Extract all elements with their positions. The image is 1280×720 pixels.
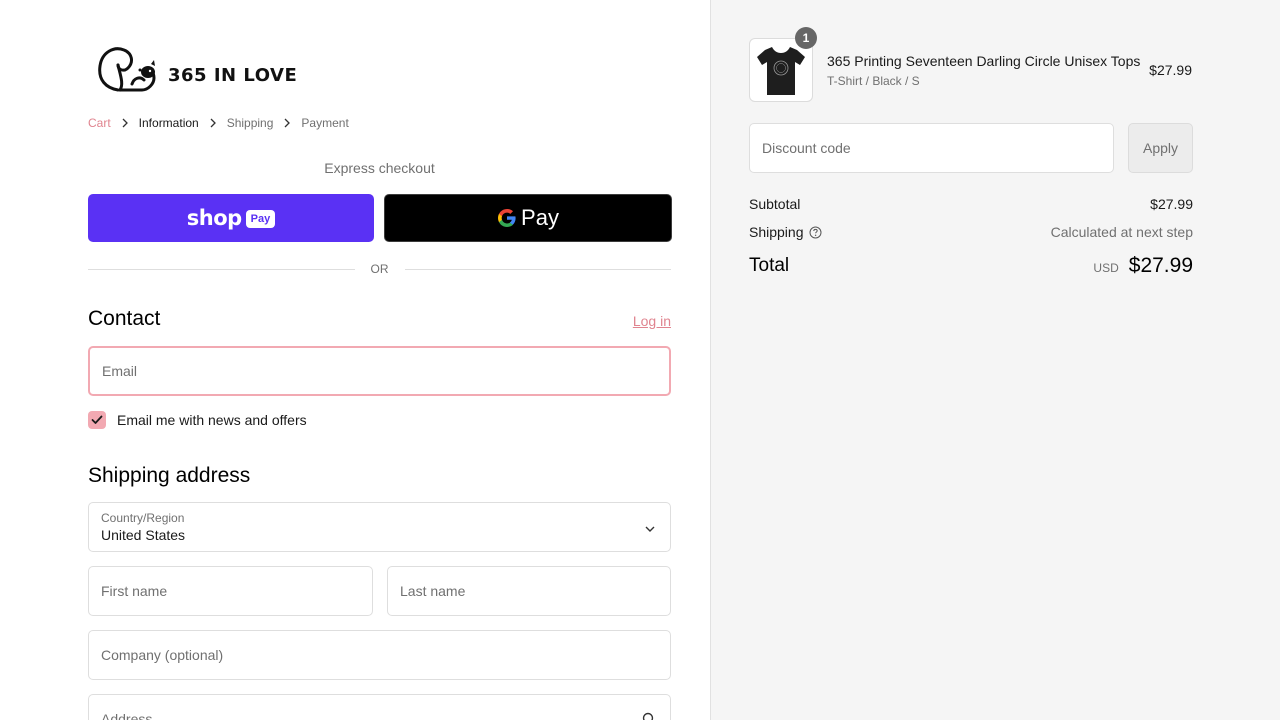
country-label: Country/Region	[101, 511, 185, 525]
or-divider: OR	[88, 260, 671, 278]
apply-discount-button[interactable]: Apply	[1128, 123, 1193, 173]
chevron-right-icon	[111, 118, 139, 128]
product-price: $27.99	[1149, 62, 1192, 78]
last-name-placeholder: Last name	[400, 583, 466, 599]
newsletter-checkbox[interactable]	[88, 411, 106, 429]
help-circle-icon[interactable]	[809, 226, 822, 239]
subtotal-value: $27.99	[1150, 196, 1193, 212]
checkout-main-panel: 365 IN LOVE Cart Information Shipping Pa…	[0, 0, 710, 720]
shipping-value: Calculated at next step	[1050, 224, 1193, 240]
google-g-icon	[498, 209, 516, 227]
discount-placeholder: Discount code	[762, 140, 851, 156]
address-field[interactable]: Address	[88, 694, 671, 720]
email-field[interactable]: Email	[88, 346, 671, 396]
chevron-down-icon	[644, 522, 656, 540]
quantity-badge: 1	[795, 27, 817, 49]
shop-pay-pill: Pay	[245, 210, 276, 228]
breadcrumb-shipping: Shipping	[226, 116, 274, 130]
order-summary-panel: 1 365 Printing Seventeen Darling Circle …	[710, 0, 1280, 720]
breadcrumb-payment: Payment	[301, 116, 349, 130]
shipping-label-group: Shipping	[749, 224, 822, 240]
brand-logo[interactable]: 365 IN LOVE	[96, 40, 297, 98]
country-value: United States	[101, 527, 186, 543]
company-field[interactable]: Company (optional)	[88, 630, 671, 680]
or-text: OR	[370, 262, 389, 276]
subtotal-label: Subtotal	[749, 196, 801, 212]
shipping-address-title: Shipping address	[88, 464, 251, 487]
chevron-right-icon	[273, 118, 301, 128]
checkmark-icon	[91, 415, 103, 424]
last-name-field[interactable]: Last name	[387, 566, 671, 616]
divider-line	[88, 268, 355, 270]
first-name-field[interactable]: First name	[88, 566, 373, 616]
breadcrumb-cart[interactable]: Cart	[88, 116, 111, 130]
shipping-label: Shipping	[749, 224, 804, 240]
email-placeholder: Email	[102, 363, 138, 379]
total-amount-group: USD $27.99	[1093, 254, 1193, 278]
total-label: Total	[749, 255, 790, 276]
google-pay-label: Pay	[521, 205, 559, 230]
product-name: 365 Printing Seventeen Darling Circle Un…	[827, 53, 1141, 69]
company-placeholder: Company (optional)	[101, 647, 224, 663]
brand-name: 365 IN LOVE	[168, 64, 298, 86]
breadcrumb: Cart Information Shipping Payment	[88, 116, 349, 130]
shop-pay-button[interactable]: shop Pay	[88, 194, 374, 242]
login-link[interactable]: Log in	[633, 313, 671, 329]
tshirt-image-icon	[757, 47, 805, 95]
total-row: Total USD $27.99	[749, 252, 1193, 280]
squirrel-logo-icon	[98, 47, 156, 92]
country-select[interactable]: Country/Region United States	[88, 502, 671, 552]
shop-pay-wordmark: shop	[186, 206, 242, 230]
total-value: $27.99	[1128, 254, 1193, 277]
contact-title: Contact	[88, 307, 161, 330]
express-checkout-title: Express checkout	[324, 160, 435, 176]
search-icon	[642, 712, 656, 720]
first-name-placeholder: First name	[101, 583, 168, 599]
chevron-right-icon	[199, 118, 227, 128]
address-placeholder: Address	[101, 711, 153, 720]
google-pay-button[interactable]: Pay	[384, 194, 672, 242]
product-variant: T-Shirt / Black / S	[827, 74, 920, 88]
divider-line	[404, 268, 671, 270]
discount-code-field[interactable]: Discount code	[749, 123, 1114, 173]
newsletter-option[interactable]: Email me with news and offers	[88, 411, 307, 429]
breadcrumb-information: Information	[138, 116, 199, 130]
currency-code: USD	[1093, 261, 1119, 275]
subtotal-row: Subtotal $27.99	[749, 194, 1193, 214]
shipping-row: Shipping Calculated at next step	[749, 222, 1193, 242]
newsletter-label: Email me with news and offers	[117, 412, 307, 428]
